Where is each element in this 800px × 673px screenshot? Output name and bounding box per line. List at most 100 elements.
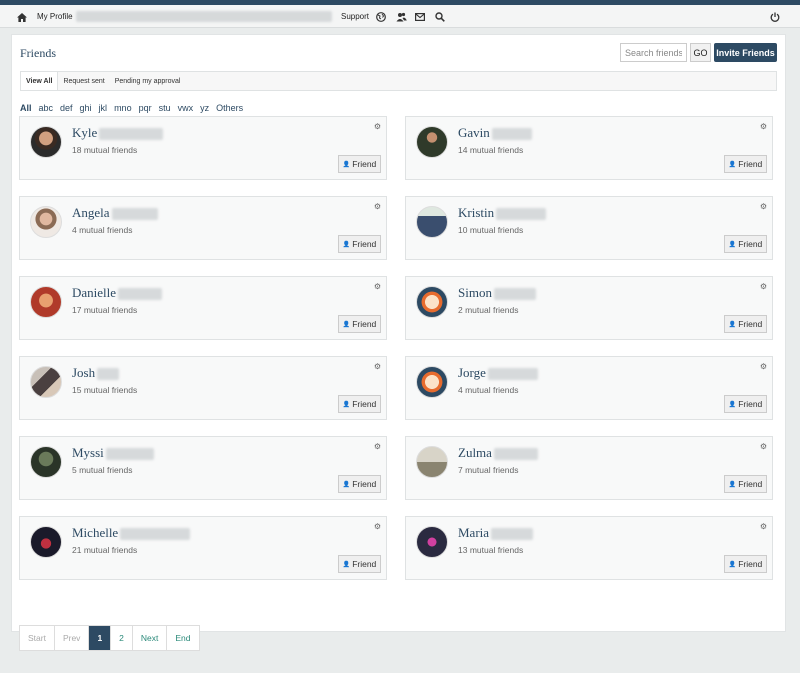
avatar[interactable] bbox=[30, 526, 62, 558]
gear-icon[interactable]: ⚙ bbox=[760, 202, 767, 211]
friend-name[interactable]: Danielle bbox=[72, 285, 163, 301]
friend-button[interactable]: 👤 Friend bbox=[338, 155, 381, 173]
search-friends-input[interactable] bbox=[620, 43, 687, 62]
tab-pending-approval[interactable]: Pending my approval bbox=[110, 72, 186, 90]
friend-button[interactable]: 👤 Friend bbox=[724, 155, 767, 173]
friend-button[interactable]: 👤 Friend bbox=[724, 315, 767, 333]
friend-name[interactable]: Jorge bbox=[458, 365, 538, 381]
filter-ghi[interactable]: ghi bbox=[80, 103, 92, 113]
avatar[interactable] bbox=[416, 286, 448, 318]
friend-name[interactable]: Josh bbox=[72, 365, 120, 381]
mutual-friends-count[interactable]: 15 mutual friends bbox=[72, 385, 137, 395]
avatar[interactable] bbox=[30, 286, 62, 318]
avatar[interactable] bbox=[30, 126, 62, 158]
invite-friends-button[interactable]: Invite Friends bbox=[714, 43, 777, 62]
friend-card: Jorge 4 mutual friends ⚙ 👤 Friend bbox=[405, 356, 773, 420]
avatar[interactable] bbox=[30, 206, 62, 238]
mutual-friends-count[interactable]: 4 mutual friends bbox=[72, 225, 132, 235]
search-icon[interactable] bbox=[432, 9, 448, 25]
avatar[interactable] bbox=[30, 366, 62, 398]
friend-card: Kristin 10 mutual friends ⚙ 👤 Friend bbox=[405, 196, 773, 260]
friend-button[interactable]: 👤 Friend bbox=[338, 475, 381, 493]
mutual-friends-count[interactable]: 7 mutual friends bbox=[458, 465, 518, 475]
page-start[interactable]: Start bbox=[20, 626, 55, 650]
filter-stu[interactable]: stu bbox=[159, 103, 171, 113]
gear-icon[interactable]: ⚙ bbox=[760, 522, 767, 531]
gear-icon[interactable]: ⚙ bbox=[374, 122, 381, 131]
mutual-friends-count[interactable]: 2 mutual friends bbox=[458, 305, 518, 315]
gear-icon[interactable]: ⚙ bbox=[760, 442, 767, 451]
mutual-friends-count[interactable]: 10 mutual friends bbox=[458, 225, 523, 235]
avatar[interactable] bbox=[416, 446, 448, 478]
globe-icon[interactable] bbox=[373, 9, 389, 25]
page-end[interactable]: End bbox=[167, 626, 198, 650]
filter-def[interactable]: def bbox=[60, 103, 73, 113]
friend-name[interactable]: Simon bbox=[458, 285, 536, 301]
mutual-friends-count[interactable]: 17 mutual friends bbox=[72, 305, 137, 315]
user-icon: 👤 bbox=[342, 161, 351, 168]
gear-icon[interactable]: ⚙ bbox=[374, 282, 381, 291]
gear-icon[interactable]: ⚙ bbox=[374, 202, 381, 211]
gear-icon[interactable]: ⚙ bbox=[374, 442, 381, 451]
friend-card: Myssi 5 mutual friends ⚙ 👤 Friend bbox=[19, 436, 387, 500]
user-icon: 👤 bbox=[342, 321, 351, 328]
tab-view-all[interactable]: View All bbox=[21, 72, 59, 90]
avatar[interactable] bbox=[416, 206, 448, 238]
page-2[interactable]: 2 bbox=[111, 626, 133, 650]
filter-others[interactable]: Others bbox=[216, 103, 243, 113]
mail-icon[interactable] bbox=[412, 9, 428, 25]
users-icon[interactable] bbox=[393, 9, 409, 25]
go-button[interactable]: GO bbox=[690, 43, 711, 62]
filter-mno[interactable]: mno bbox=[114, 103, 132, 113]
friend-button[interactable]: 👤 Friend bbox=[724, 235, 767, 253]
mutual-friends-count[interactable]: 18 mutual friends bbox=[72, 145, 137, 155]
gear-icon[interactable]: ⚙ bbox=[374, 522, 381, 531]
friend-button[interactable]: 👤 Friend bbox=[338, 235, 381, 253]
tab-request-sent[interactable]: Request sent bbox=[58, 72, 109, 90]
gear-icon[interactable]: ⚙ bbox=[374, 362, 381, 371]
page-prev[interactable]: Prev bbox=[55, 626, 90, 650]
avatar[interactable] bbox=[416, 366, 448, 398]
page-next[interactable]: Next bbox=[133, 626, 168, 650]
friend-name[interactable]: Kristin bbox=[458, 205, 547, 221]
filter-jkl[interactable]: jkl bbox=[99, 103, 108, 113]
friend-button[interactable]: 👤 Friend bbox=[338, 395, 381, 413]
friend-card: Angela 4 mutual friends ⚙ 👤 Friend bbox=[19, 196, 387, 260]
filter-pqr[interactable]: pqr bbox=[139, 103, 152, 113]
pagination: Start Prev 1 2 Next End bbox=[19, 625, 200, 651]
friend-button[interactable]: 👤 Friend bbox=[338, 555, 381, 573]
user-icon: 👤 bbox=[342, 561, 351, 568]
friend-name[interactable]: Myssi bbox=[72, 445, 154, 461]
power-icon[interactable] bbox=[767, 9, 783, 25]
friend-name[interactable]: Gavin bbox=[458, 125, 532, 141]
avatar[interactable] bbox=[30, 446, 62, 478]
gear-icon[interactable]: ⚙ bbox=[760, 122, 767, 131]
friend-button[interactable]: 👤 Friend bbox=[338, 315, 381, 333]
my-profile-link[interactable]: My Profile bbox=[37, 12, 73, 21]
mutual-friends-count[interactable]: 14 mutual friends bbox=[458, 145, 523, 155]
friend-name[interactable]: Kyle bbox=[72, 125, 164, 141]
friend-name[interactable]: Maria bbox=[458, 525, 534, 541]
friend-name[interactable]: Michelle bbox=[72, 525, 191, 541]
avatar[interactable] bbox=[416, 126, 448, 158]
support-link[interactable]: Support bbox=[341, 12, 369, 21]
mutual-friends-count[interactable]: 5 mutual friends bbox=[72, 465, 132, 475]
mutual-friends-count[interactable]: 4 mutual friends bbox=[458, 385, 518, 395]
mutual-friends-count[interactable]: 13 mutual friends bbox=[458, 545, 523, 555]
gear-icon[interactable]: ⚙ bbox=[760, 282, 767, 291]
friend-name[interactable]: Angela bbox=[72, 205, 158, 221]
filter-all[interactable]: All bbox=[20, 103, 32, 113]
friend-name[interactable]: Zulma bbox=[458, 445, 538, 461]
friend-button[interactable]: 👤 Friend bbox=[724, 395, 767, 413]
friend-button[interactable]: 👤 Friend bbox=[724, 475, 767, 493]
filter-yz[interactable]: yz bbox=[200, 103, 209, 113]
home-icon[interactable] bbox=[14, 9, 30, 25]
user-icon: 👤 bbox=[728, 561, 737, 568]
filter-abc[interactable]: abc bbox=[39, 103, 54, 113]
filter-vwx[interactable]: vwx bbox=[178, 103, 194, 113]
page-1[interactable]: 1 bbox=[89, 626, 112, 650]
gear-icon[interactable]: ⚙ bbox=[760, 362, 767, 371]
avatar[interactable] bbox=[416, 526, 448, 558]
friend-button[interactable]: 👤 Friend bbox=[724, 555, 767, 573]
mutual-friends-count[interactable]: 21 mutual friends bbox=[72, 545, 137, 555]
